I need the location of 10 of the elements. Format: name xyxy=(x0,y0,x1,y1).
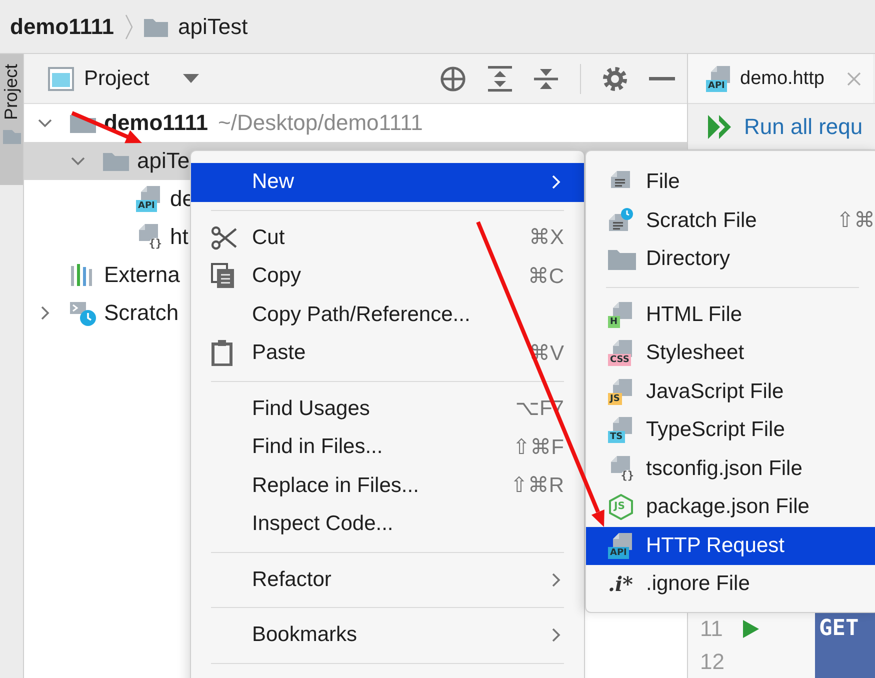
keyboard-shortcut: ⌘X xyxy=(528,225,564,250)
line-number: 12 xyxy=(700,648,724,674)
line-number: 11 xyxy=(700,616,723,642)
ignore-file-icon: .i* xyxy=(608,572,634,596)
keyboard-shortcut: ⇧⌘F xyxy=(512,434,564,460)
project-path: ~/Desktop/demo1111 xyxy=(218,110,423,136)
keyboard-shortcut: ⇧⌘R xyxy=(509,473,564,498)
keyboard-shortcut: ⌘C xyxy=(526,264,564,289)
keyboard-shortcut: ⇧⌘ xyxy=(835,208,875,234)
node-icon: JS xyxy=(608,494,634,520)
